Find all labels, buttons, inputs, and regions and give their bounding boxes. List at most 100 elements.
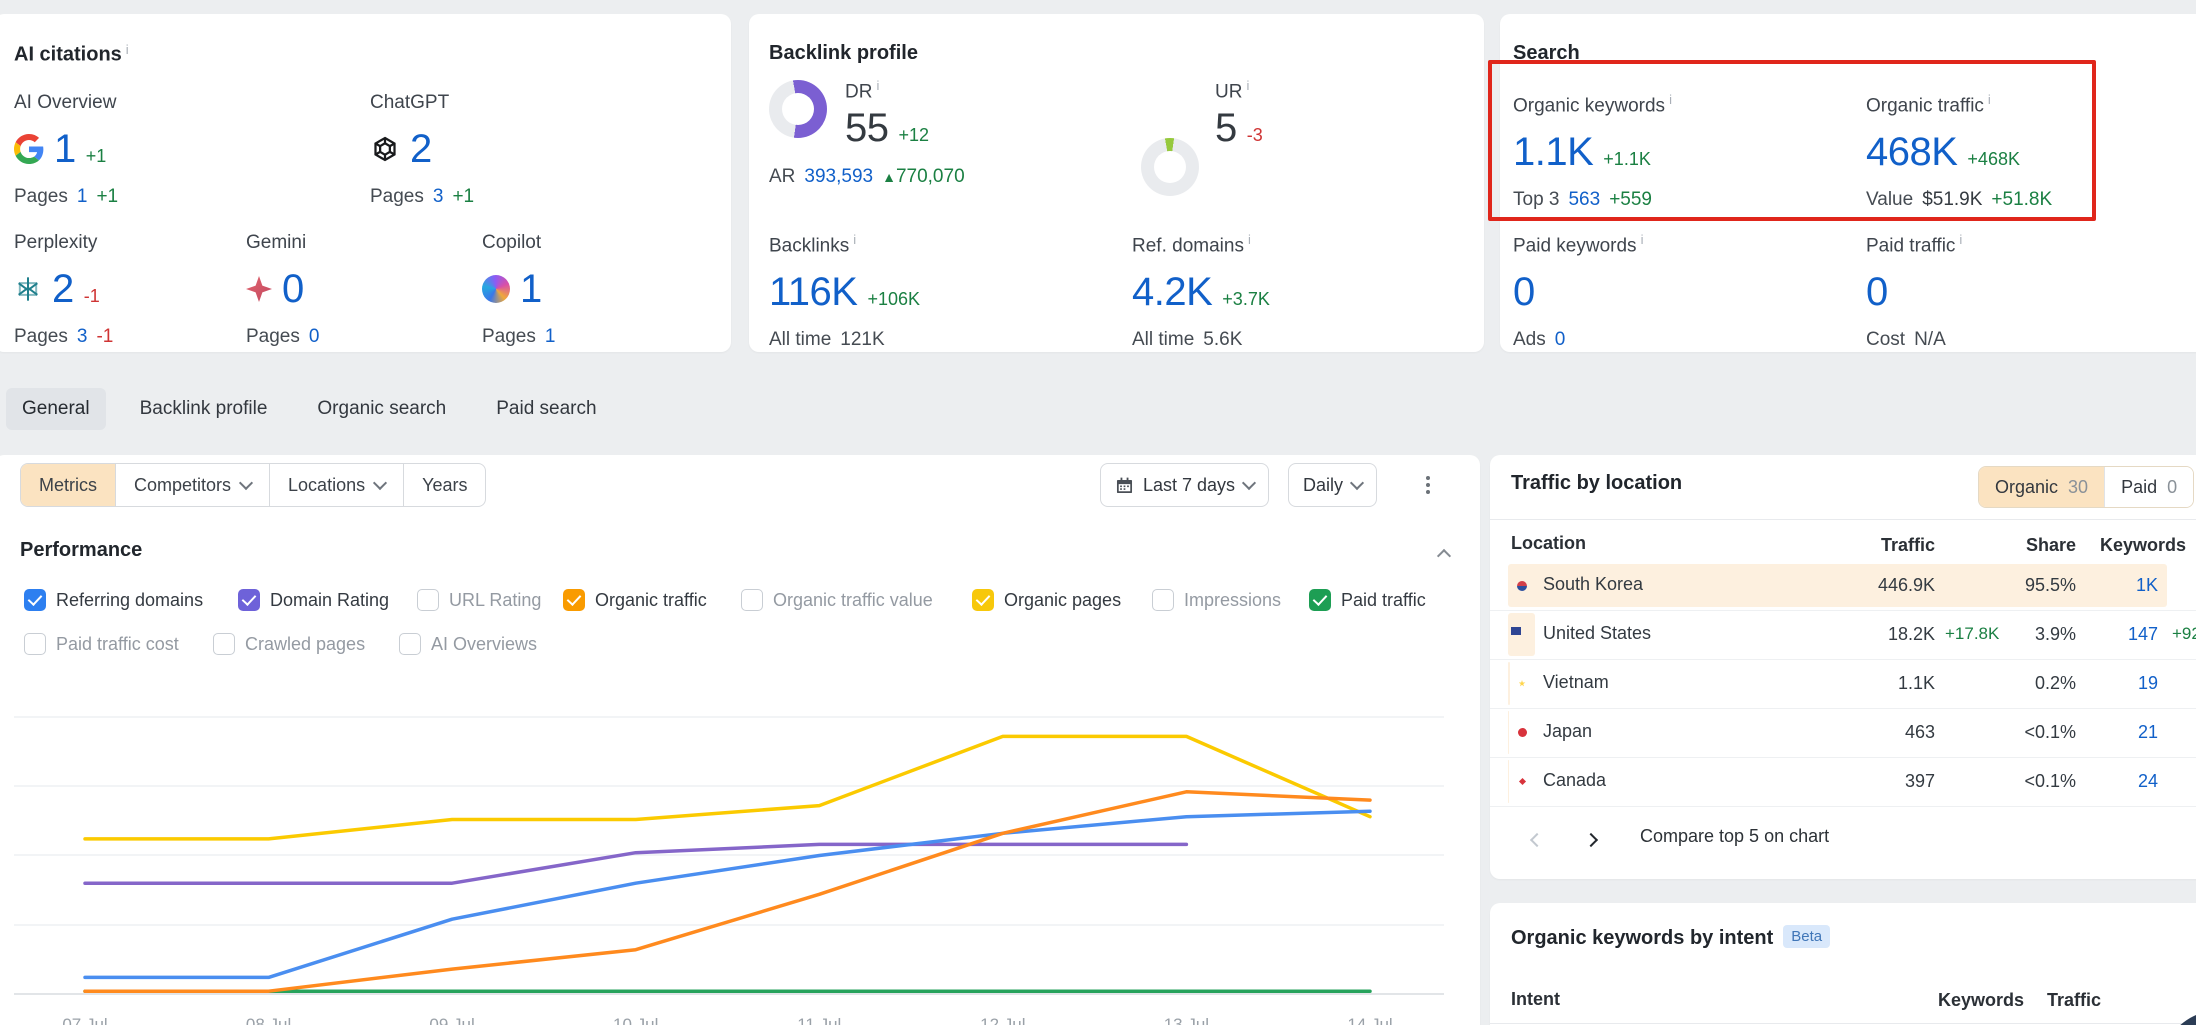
metric-value[interactable]: 2 bbox=[410, 126, 432, 172]
checkbox-domain-rating[interactable]: Domain Rating bbox=[238, 587, 389, 613]
date-range-button[interactable]: Last 7 days bbox=[1100, 463, 1269, 507]
checkbox-label: URL Rating bbox=[449, 590, 541, 611]
toggle-paid[interactable]: Paid0 bbox=[2104, 467, 2193, 507]
pages-value[interactable]: 1 bbox=[545, 326, 556, 348]
checkbox-organic-traffic-value[interactable]: Organic traffic value bbox=[741, 587, 933, 613]
filter-label: Metrics bbox=[39, 475, 97, 496]
toggle-label: Paid bbox=[2121, 477, 2157, 498]
sub-value[interactable]: 0 bbox=[1555, 329, 1566, 351]
pages-value[interactable]: 1 bbox=[77, 186, 88, 208]
toggle-label: Organic bbox=[1995, 477, 2058, 498]
tab-organic-search[interactable]: Organic search bbox=[301, 388, 462, 430]
tab-paid-search[interactable]: Paid search bbox=[480, 388, 612, 430]
checkbox-icon bbox=[24, 633, 46, 655]
location-row-japan[interactable]: Japan 463 <0.1% 21 bbox=[1490, 708, 2196, 758]
metric-value[interactable]: 1 bbox=[520, 266, 542, 312]
pages-label: Pages bbox=[14, 186, 68, 208]
metric-value[interactable]: 2 bbox=[52, 266, 74, 312]
checkbox-crawled-pages[interactable]: Crawled pages bbox=[213, 631, 365, 657]
tab-general[interactable]: General bbox=[6, 388, 106, 430]
site-overview-page: AI citationsi AI Overview 1 +1 Pages1+1 … bbox=[0, 0, 2196, 1025]
checkbox-impressions[interactable]: Impressions bbox=[1152, 587, 1281, 613]
location-row-united-states[interactable]: United States 18.2K +17.8K 3.9% 147 +92 bbox=[1490, 610, 2196, 660]
checkbox-label: Referring domains bbox=[56, 590, 203, 611]
granularity-button[interactable]: Daily bbox=[1288, 463, 1377, 507]
filter-metrics[interactable]: Metrics bbox=[21, 464, 115, 506]
google-g-icon bbox=[14, 134, 44, 164]
share-value: <0.1% bbox=[1944, 757, 2076, 806]
share-value: 95.5% bbox=[1944, 561, 2076, 610]
pages-value[interactable]: 3 bbox=[77, 326, 88, 348]
checkbox-paid-traffic-cost[interactable]: Paid traffic cost bbox=[24, 631, 179, 657]
checkbox-label: Paid traffic cost bbox=[56, 634, 179, 655]
keywords-value[interactable]: 24 bbox=[2058, 757, 2158, 806]
collapse-section-button[interactable] bbox=[1435, 547, 1455, 567]
checkbox-url-rating[interactable]: URL Rating bbox=[417, 587, 541, 613]
checkbox-organic-traffic[interactable]: Organic traffic bbox=[563, 587, 707, 613]
checkbox-label: Organic traffic bbox=[595, 590, 707, 611]
metric-value[interactable]: 1.1K bbox=[1513, 129, 1593, 175]
sub-change: +51.8K bbox=[1991, 189, 2052, 211]
keywords-value[interactable]: 19 bbox=[2058, 659, 2158, 708]
next-page-button[interactable] bbox=[1580, 829, 1604, 853]
metric-value[interactable]: 468K bbox=[1866, 129, 1957, 175]
checkbox-referring-domains[interactable]: Referring domains bbox=[24, 587, 203, 613]
location-row-canada[interactable]: Canada 397 <0.1% 24 bbox=[1490, 757, 2196, 807]
metric-change: -1 bbox=[84, 286, 100, 307]
share-bar bbox=[1508, 711, 1509, 754]
checkbox-ai-overviews[interactable]: AI Overviews bbox=[399, 631, 537, 657]
alltime-label: All time bbox=[769, 329, 831, 351]
keywords-change: +92 bbox=[2172, 624, 2196, 644]
location-row-south-korea[interactable]: South Korea 446.9K 95.5% 1K bbox=[1490, 561, 2196, 611]
pages-value[interactable]: 3 bbox=[433, 186, 444, 208]
toggle-organic[interactable]: Organic30 bbox=[1979, 467, 2104, 507]
gemini-icon bbox=[246, 276, 272, 302]
column-location: Location bbox=[1511, 533, 1586, 554]
keywords-value[interactable]: 1K bbox=[2058, 561, 2158, 610]
ar-value[interactable]: 393,593 bbox=[804, 166, 873, 188]
filter-locations[interactable]: Locations bbox=[269, 464, 403, 506]
checkbox-icon bbox=[417, 589, 439, 611]
metric-value[interactable]: 0 bbox=[282, 266, 304, 312]
filter-years[interactable]: Years bbox=[403, 464, 485, 506]
metric-value[interactable]: 0 bbox=[1866, 269, 1888, 315]
sub-label: Top 3 bbox=[1513, 189, 1559, 211]
metric-value[interactable]: 116K bbox=[769, 269, 857, 315]
compare-top5-link[interactable]: Compare top 5 on chart bbox=[1640, 826, 1829, 847]
tab-backlink-profile[interactable]: Backlink profile bbox=[124, 388, 284, 430]
ar-change: 770,070 bbox=[896, 166, 965, 187]
ur-value: 5 bbox=[1215, 105, 1237, 151]
info-icon: i bbox=[853, 232, 856, 247]
metric-value[interactable]: 0 bbox=[1513, 269, 1535, 315]
keywords-value[interactable]: 21 bbox=[2058, 708, 2158, 757]
keywords-value[interactable]: 147 bbox=[2058, 610, 2158, 659]
prev-page-button[interactable] bbox=[1526, 829, 1550, 853]
column-intent: Intent bbox=[1511, 989, 1560, 1010]
metric-value[interactable]: 1 bbox=[54, 126, 76, 172]
checkbox-paid-traffic[interactable]: Paid traffic bbox=[1309, 587, 1426, 613]
metric-perplexity: Perplexity 2 -1 Pages3-1 bbox=[14, 232, 113, 348]
metric-label: Copilot bbox=[482, 232, 555, 254]
metric-backlinks: Backlinksi 116K +106K All time121K bbox=[769, 232, 920, 351]
checkbox-organic-pages[interactable]: Organic pages bbox=[972, 587, 1121, 613]
location-name: Japan bbox=[1543, 721, 1592, 742]
intent-table-header: Intent Keywords Traffic bbox=[1490, 983, 2196, 1017]
metric-ai-overview: AI Overview 1 +1 Pages1+1 bbox=[14, 92, 118, 208]
traffic-by-location-card: Traffic by location Organic30 Paid0 Loca… bbox=[1490, 455, 2196, 879]
divider bbox=[1490, 1023, 2196, 1024]
metric-change: +1 bbox=[86, 146, 107, 167]
svg-text:07 Jul: 07 Jul bbox=[62, 1015, 107, 1025]
location-row-vietnam[interactable]: Vietnam 1.1K 0.2% 19 bbox=[1490, 659, 2196, 709]
more-options-button[interactable] bbox=[1418, 472, 1438, 502]
metric-label: Paid keywords bbox=[1513, 235, 1637, 256]
chevron-down-icon bbox=[239, 476, 253, 490]
location-name: Canada bbox=[1543, 770, 1606, 791]
sub-value: N/A bbox=[1914, 329, 1946, 351]
metric-value[interactable]: 4.2K bbox=[1132, 269, 1212, 315]
keywords-by-intent-card: Organic keywords by intentBeta Intent Ke… bbox=[1490, 903, 2196, 1025]
sub-value[interactable]: 563 bbox=[1568, 189, 1600, 211]
pages-value[interactable]: 0 bbox=[309, 326, 320, 348]
filter-competitors[interactable]: Competitors bbox=[115, 464, 269, 506]
ar-label: AR bbox=[769, 166, 795, 188]
copilot-icon bbox=[482, 275, 510, 303]
